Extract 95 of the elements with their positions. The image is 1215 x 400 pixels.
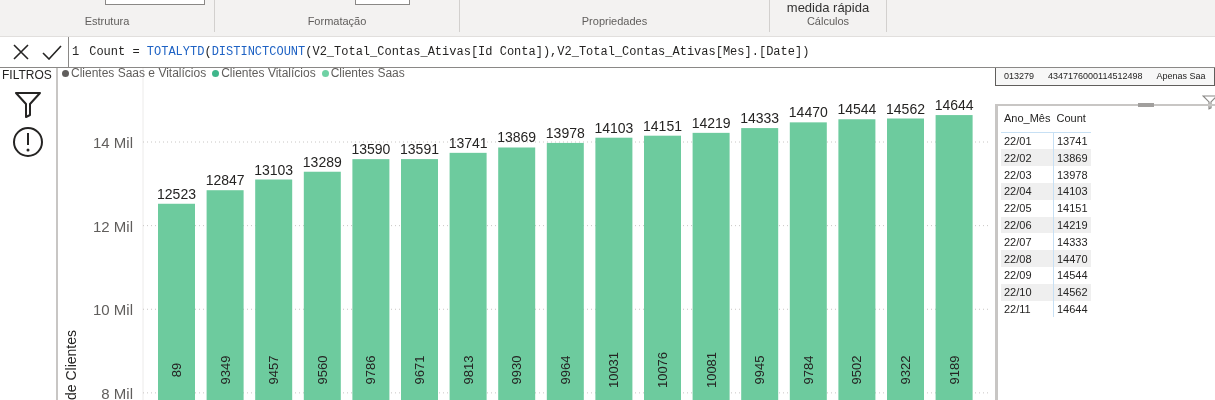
bar-value-label: 14470 <box>788 104 828 121</box>
bar-inner-label: 9502 <box>849 355 865 385</box>
bar-inner-label: 9784 <box>800 355 816 385</box>
bar-value-label: 14544 <box>837 101 877 118</box>
bar-inner-label: 9189 <box>946 355 962 385</box>
table-cell: 14562 <box>1053 283 1091 301</box>
bar-value-label: 14103 <box>594 119 634 136</box>
y-axis-tick-label: 14 Mil <box>93 134 133 151</box>
legend-label[interactable]: Clientes Vitalícios <box>221 68 316 80</box>
ribbon-group-label: Estrutura <box>84 15 130 27</box>
y-axis-tick-label: 10 Mil <box>93 301 133 319</box>
line-number: 1 <box>72 45 80 59</box>
filters-pane-title[interactable]: FILTROS <box>2 68 52 82</box>
table-cell: 14544 <box>1053 266 1091 284</box>
bar[interactable] <box>206 190 244 400</box>
bar-value-label: 13590 <box>351 141 391 158</box>
bar[interactable] <box>255 179 293 400</box>
bar-inner-label: 89 <box>169 362 184 378</box>
bar-value-label: 14333 <box>740 110 780 127</box>
table-cell: 14103 <box>1053 183 1091 200</box>
bar-value-label: 13591 <box>400 141 439 158</box>
bar[interactable] <box>546 142 584 400</box>
table-cell: 14470 <box>1053 250 1091 267</box>
bar[interactable] <box>595 137 633 400</box>
bar-inner-label: 10031 <box>606 351 622 389</box>
ribbon-group-label: Propriedades <box>581 15 648 27</box>
bar[interactable] <box>352 159 390 400</box>
y-axis-tick-label: 8 Mil <box>101 384 133 400</box>
bar-inner-label: 9813 <box>460 355 476 385</box>
column-header[interactable]: Count <box>1053 109 1091 133</box>
commit-icon[interactable] <box>42 44 62 60</box>
bar[interactable] <box>789 122 827 400</box>
table-cell: 22/07 <box>1001 233 1054 251</box>
table-cell: 22/01 <box>1001 132 1054 150</box>
bar[interactable] <box>303 171 341 400</box>
bar-value-label: 13741 <box>448 134 488 151</box>
table-cell: 14644 <box>1053 300 1091 318</box>
bar[interactable] <box>887 118 924 400</box>
bar-value-label: 13103 <box>254 161 294 178</box>
alert-icon[interactable] <box>12 126 44 158</box>
bar-value-label: 14219 <box>691 114 731 131</box>
formula-text[interactable]: Count = TOTALYTD(DISTINCTCOUNT(V2_Total_Contas_Ativas[Id Conta]),V2_Total_Contas_Ativas[Mes].[Date]) <box>89 45 810 59</box>
bar[interactable] <box>158 203 195 400</box>
bar[interactable] <box>449 152 487 400</box>
bar[interactable] <box>838 119 876 400</box>
table-row-partial: 013279 4347176000114512498 Apenas Saa <box>995 68 1215 86</box>
table-cell: 22/05 <box>1001 199 1054 217</box>
ribbon-group-label: Formatação <box>307 15 367 27</box>
bar-inner-label: 9930 <box>509 355 525 385</box>
bar-inner-label: 9457 <box>266 355 282 385</box>
bar-inner-label: 9560 <box>314 355 330 385</box>
bar[interactable] <box>935 115 973 400</box>
bar[interactable] <box>498 147 536 400</box>
bar-value-label: 12523 <box>157 185 196 202</box>
column-header[interactable]: Ano_Mês <box>1001 109 1054 133</box>
table-cell: 22/09 <box>1001 266 1054 284</box>
table-cell: 13978 <box>1053 166 1091 183</box>
table-cell: 14219 <box>1053 216 1091 234</box>
bar[interactable] <box>401 159 438 400</box>
bar[interactable] <box>692 132 730 400</box>
table-cell: 22/03 <box>1001 166 1054 183</box>
table-cell: 14151 <box>1053 199 1091 217</box>
resize-handle[interactable] <box>1138 102 1154 107</box>
bar-inner-label: 9964 <box>557 355 573 385</box>
table-cell: 22/02 <box>1001 149 1054 167</box>
bar[interactable] <box>741 128 779 400</box>
bar-inner-label: 10076 <box>655 351 670 389</box>
quick-measure-button[interactable]: medida rápida <box>786 0 870 15</box>
y-axis-tick-label: 12 Mil <box>93 217 133 235</box>
table-cell: 22/04 <box>1001 183 1054 200</box>
bar-inner-label: 9322 <box>898 355 913 385</box>
bar-value-label: 14562 <box>886 100 925 117</box>
cancel-icon[interactable] <box>12 43 30 61</box>
legend-label[interactable]: Clientes Saas <box>330 68 405 80</box>
bar-value-label: 12847 <box>205 172 245 189</box>
bar-value-label: 13978 <box>545 124 585 141</box>
bar-inner-label: 9945 <box>752 355 768 385</box>
bar-inner-label: 9349 <box>217 355 233 385</box>
bar-inner-label: 9671 <box>412 355 427 385</box>
filter-icon[interactable] <box>14 90 42 118</box>
bar-value-label: 13289 <box>302 153 342 170</box>
bar-inner-label: 9786 <box>363 355 379 385</box>
bar[interactable] <box>644 135 681 400</box>
ribbon-group-label: Cálculos <box>806 15 850 27</box>
table-cell: 22/11 <box>1001 300 1054 318</box>
table-cell: 22/08 <box>1001 250 1054 267</box>
bar-value-label: 13869 <box>497 129 537 146</box>
table-cell: 22/06 <box>1001 216 1054 234</box>
table-cell: 22/10 <box>1001 283 1054 301</box>
bar-inner-label: 10081 <box>703 351 719 389</box>
table-cell: 13869 <box>1053 149 1091 167</box>
bar-value-label: 14151 <box>643 117 682 134</box>
bar-value-label: 14644 <box>934 97 974 114</box>
y-axis-title: de Clientes <box>63 329 79 400</box>
legend-label[interactable]: Clientes Saas e Vitalícios <box>71 68 207 80</box>
